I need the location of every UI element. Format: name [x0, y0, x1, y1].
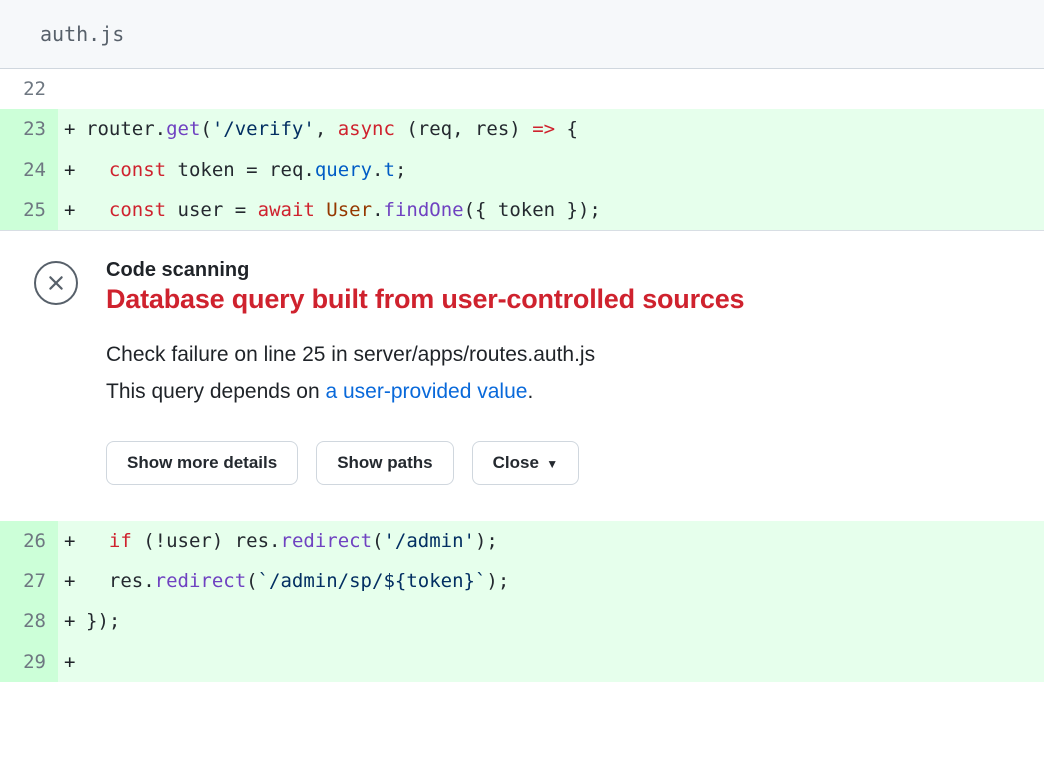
file-name: auth.js: [40, 22, 124, 46]
diff-marker: +: [58, 109, 86, 149]
file-header: auth.js: [0, 0, 1044, 69]
code-content: });: [86, 601, 1044, 641]
code-content: router.get('/verify', async (req, res) =…: [86, 109, 1044, 149]
diff-table-before: 2223+router.get('/verify', async (req, r…: [0, 69, 1044, 230]
line-number: 22: [0, 69, 58, 109]
diff-line: 26+ if (!user) res.redirect('/admin');: [0, 521, 1044, 561]
show-more-details-button[interactable]: Show more details: [106, 441, 298, 485]
alert-failure-line: Check failure on line 25 in server/apps/…: [106, 337, 1024, 374]
code-content: res.redirect(`/admin/sp/${token}`);: [86, 561, 1044, 601]
caret-down-icon: ▼: [543, 457, 558, 471]
line-number: 28: [0, 601, 58, 641]
close-button-label: Close: [493, 453, 539, 472]
line-number: 23: [0, 109, 58, 149]
alert-depends-suffix: .: [527, 380, 533, 403]
diff-marker: +: [58, 521, 86, 561]
close-dropdown-button[interactable]: Close ▼: [472, 441, 580, 485]
diff-line: 23+router.get('/verify', async (req, res…: [0, 109, 1044, 149]
code-content: const token = req.query.t;: [86, 150, 1044, 190]
diff-line: 28+});: [0, 601, 1044, 641]
diff-marker: +: [58, 561, 86, 601]
alert-body: Code scanning Database query built from …: [106, 259, 1024, 485]
diff-marker: +: [58, 642, 86, 682]
code-content: const user = await User.findOne({ token …: [86, 190, 1044, 230]
code-content: [86, 69, 1044, 109]
line-number: 25: [0, 190, 58, 230]
alert-description: Check failure on line 25 in server/apps/…: [106, 337, 1024, 411]
code-content: [86, 642, 1044, 682]
diff-marker: [58, 69, 86, 109]
alert-depends-prefix: This query depends on: [106, 380, 325, 403]
line-number: 26: [0, 521, 58, 561]
diff-table-after: 26+ if (!user) res.redirect('/admin');27…: [0, 521, 1044, 682]
diff-marker: +: [58, 601, 86, 641]
diff-line: 24+ const token = req.query.t;: [0, 150, 1044, 190]
diff-marker: +: [58, 190, 86, 230]
alert-depends-line: This query depends on a user-provided va…: [106, 374, 1024, 411]
alert-subheading: Code scanning: [106, 259, 1024, 282]
code-content: if (!user) res.redirect('/admin');: [86, 521, 1044, 561]
code-scanning-alert: Code scanning Database query built from …: [0, 230, 1044, 521]
line-number: 29: [0, 642, 58, 682]
line-number: 24: [0, 150, 58, 190]
line-number: 27: [0, 561, 58, 601]
show-paths-button[interactable]: Show paths: [316, 441, 453, 485]
diff-line: 22: [0, 69, 1044, 109]
diff-marker: +: [58, 150, 86, 190]
diff-line: 29+: [0, 642, 1044, 682]
close-circle-icon: [34, 261, 78, 305]
alert-depends-link[interactable]: a user-provided value: [325, 380, 527, 403]
diff-line: 25+ const user = await User.findOne({ to…: [0, 190, 1044, 230]
diff-line: 27+ res.redirect(`/admin/sp/${token}`);: [0, 561, 1044, 601]
alert-title: Database query built from user-controlle…: [106, 284, 1024, 315]
alert-actions: Show more details Show paths Close ▼: [106, 441, 1024, 485]
